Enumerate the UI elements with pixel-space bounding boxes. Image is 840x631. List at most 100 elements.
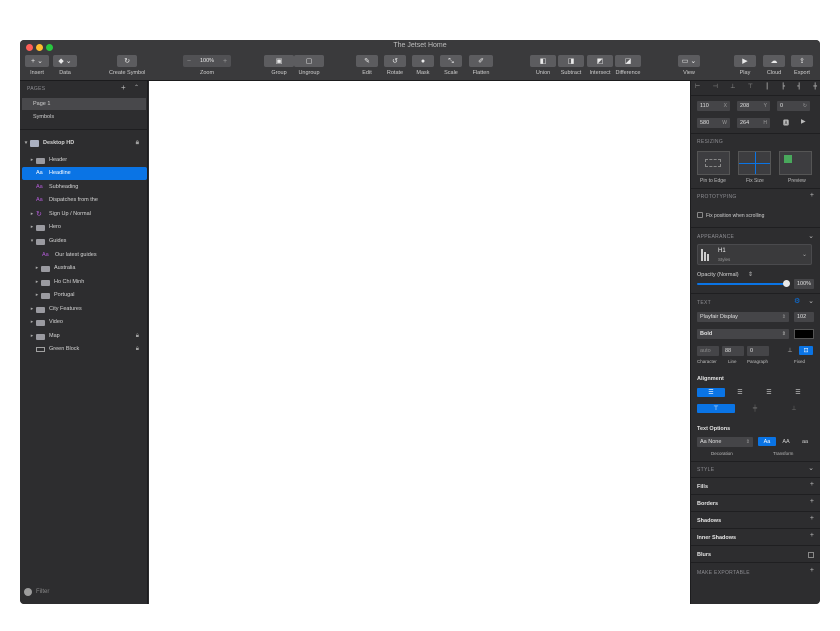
opacity-field[interactable]: 100% [794, 279, 814, 289]
layer-city-features[interactable]: ▸ City Features [22, 303, 147, 316]
insert-tool[interactable]: + ⌄ Insert [25, 55, 49, 76]
group-button[interactable]: ▣ Group [264, 55, 294, 76]
flip-icon[interactable]: ▶ [801, 118, 806, 125]
data-tool[interactable]: ◆ ⌄ Data [53, 55, 77, 76]
opacity-slider-handle[interactable] [783, 280, 790, 287]
shared-style-picker[interactable]: H1 Styles ⌄ [697, 244, 812, 265]
transform-uppercase-button[interactable]: AA [777, 437, 795, 446]
chevron-down-icon[interactable]: ▾ [22, 137, 30, 150]
fixed-size-icon[interactable]: ⊡ [799, 346, 813, 355]
font-weight-field[interactable]: Bold ⇕ [697, 329, 789, 339]
layer-subheading[interactable]: Aa Subheading [22, 181, 147, 194]
text-color-swatch[interactable] [794, 329, 814, 339]
text-align-left-icon[interactable]: ☰ [697, 388, 725, 397]
layer-green-block[interactable]: Green Block 🔒︎ [22, 343, 147, 356]
lock-icon[interactable]: 🔒︎ [136, 343, 139, 356]
layer-headline[interactable]: Aa Headline [22, 167, 147, 180]
layer-map[interactable]: ▸ Map 🔒︎ [22, 330, 147, 343]
intersect-button[interactable]: ◩ Intersect [587, 55, 613, 76]
auto-width-icon[interactable]: ⊥ [783, 346, 797, 355]
align-top-icon[interactable]: ⊤ [748, 83, 753, 93]
style-chevron-icon[interactable]: ⌄ [808, 464, 814, 472]
add-page-icon[interactable]: + [121, 83, 126, 92]
chevron-right-icon[interactable]: ▸ [28, 316, 36, 329]
add-border-icon[interactable]: + [810, 498, 814, 505]
paragraph-spacing-field[interactable]: 0 [747, 346, 769, 356]
line-height-field[interactable]: 88 [722, 346, 744, 356]
add-export-icon[interactable]: + [810, 567, 814, 574]
create-symbol-button[interactable]: ↻ Create Symbol [109, 55, 145, 76]
font-size-field[interactable]: 102 [794, 312, 814, 322]
align-bottom-icon[interactable]: ┣ [781, 83, 785, 93]
chevron-right-icon[interactable]: ▸ [33, 262, 41, 275]
y-field[interactable]: 208 Y [737, 101, 770, 111]
difference-button[interactable]: ◪ Difference [615, 55, 641, 76]
cloud-button[interactable]: ☁ Cloud [763, 55, 785, 76]
blur-checkbox[interactable] [808, 552, 814, 558]
text-align-justify-icon[interactable]: ☰ [784, 388, 812, 397]
align-left-icon[interactable]: ⊢ [695, 83, 700, 93]
scale-button[interactable]: ⤡ Scale [440, 55, 462, 76]
edit-button[interactable]: ✎ Edit [356, 55, 378, 76]
union-button[interactable]: ◧ Union [530, 55, 556, 76]
layer-ho-chi-minh[interactable]: ▸ Ho Chi Minh [22, 276, 147, 289]
align-center-h-icon[interactable]: ⊣ [713, 83, 718, 93]
transform-none-button[interactable]: Aa [758, 437, 776, 446]
add-shadow-icon[interactable]: + [810, 515, 814, 522]
gear-icon[interactable]: ⚙ [794, 297, 800, 305]
chevron-right-icon[interactable]: ▸ [28, 208, 36, 221]
filter-icon[interactable] [24, 588, 32, 596]
x-field[interactable]: 110 X [697, 101, 730, 111]
page-item-page-1[interactable]: Page 1 [22, 98, 146, 110]
layer-our-latest-guides[interactable]: Aa Our latest guides [22, 249, 147, 262]
play-button[interactable]: ▶ Play [734, 55, 756, 76]
add-prototyping-icon[interactable]: + [810, 192, 814, 199]
chevron-right-icon[interactable]: ▸ [28, 303, 36, 316]
layer-header[interactable]: ▸ Header [22, 154, 147, 167]
rotation-field[interactable]: 0 ↻ [777, 101, 810, 111]
lock-ratio-icon[interactable]: 🅰︎ [783, 118, 789, 127]
add-inner-shadow-icon[interactable]: + [810, 532, 814, 539]
vertical-align-bottom-icon[interactable]: ⊥ [775, 404, 813, 413]
layer-dispatches[interactable]: Aa Dispatches from the [22, 194, 147, 207]
subtract-button[interactable]: ◨ Subtract [558, 55, 584, 76]
flatten-button[interactable]: ✐ Flatten [469, 55, 493, 76]
page-item-symbols[interactable]: Symbols [22, 111, 146, 123]
chevron-right-icon[interactable]: ▸ [33, 289, 41, 302]
width-field[interactable]: 580 W [697, 118, 730, 128]
layer-video[interactable]: ▸ Video [22, 316, 147, 329]
vertical-align-top-icon[interactable]: ⊤ [697, 404, 735, 413]
fix-position-checkbox[interactable] [697, 212, 703, 218]
text-align-right-icon[interactable]: ☰ [755, 388, 783, 397]
add-fill-icon[interactable]: + [810, 481, 814, 488]
distribute-v-icon[interactable]: ╋ [813, 83, 817, 93]
layer-hero[interactable]: ▸ Hero [22, 221, 147, 234]
zoom-control[interactable]: − 100% + Zoom [183, 55, 231, 76]
view-button[interactable]: ▭ ⌄ View [678, 55, 700, 76]
decoration-select[interactable]: Aa None ⇕ [697, 437, 753, 447]
fix-size-control[interactable] [738, 151, 771, 175]
canvas[interactable] [149, 81, 690, 604]
chevron-right-icon[interactable]: ▸ [33, 276, 41, 289]
font-family-field[interactable]: Playfair Display ⇕ [697, 312, 789, 322]
align-right-icon[interactable]: ⊥ [730, 83, 735, 93]
text-align-center-icon[interactable]: ☰ [726, 388, 754, 397]
height-field[interactable]: 264 H [737, 118, 770, 128]
layer-sign-up[interactable]: ▸ ↻ Sign Up / Normal [22, 208, 147, 221]
collapse-pages-icon[interactable]: ⌃ [134, 84, 139, 91]
align-middle-icon[interactable]: ┃ [765, 83, 769, 93]
vertical-align-middle-icon[interactable]: ╪ [736, 404, 774, 413]
layer-guides[interactable]: ▾ Guides [22, 235, 147, 248]
chevron-right-icon[interactable]: ▸ [28, 154, 36, 167]
distribute-icon[interactable]: ┫ [797, 83, 801, 93]
zoom-out-icon[interactable]: − [187, 58, 191, 65]
opacity-slider[interactable] [697, 283, 787, 285]
rotate-button[interactable]: ↺ Rotate [384, 55, 406, 76]
pin-to-edge-control[interactable] [697, 151, 730, 175]
artboard-row[interactable]: ▾ Desktop HD 🔒︎ [22, 137, 147, 150]
appearance-chevron-icon[interactable]: ⌄ [808, 232, 814, 240]
filter-input[interactable]: Filter [36, 589, 49, 595]
lock-icon[interactable]: 🔒︎ [136, 330, 139, 343]
zoom-in-icon[interactable]: + [223, 58, 227, 65]
lock-icon[interactable]: 🔒︎ [136, 137, 139, 150]
